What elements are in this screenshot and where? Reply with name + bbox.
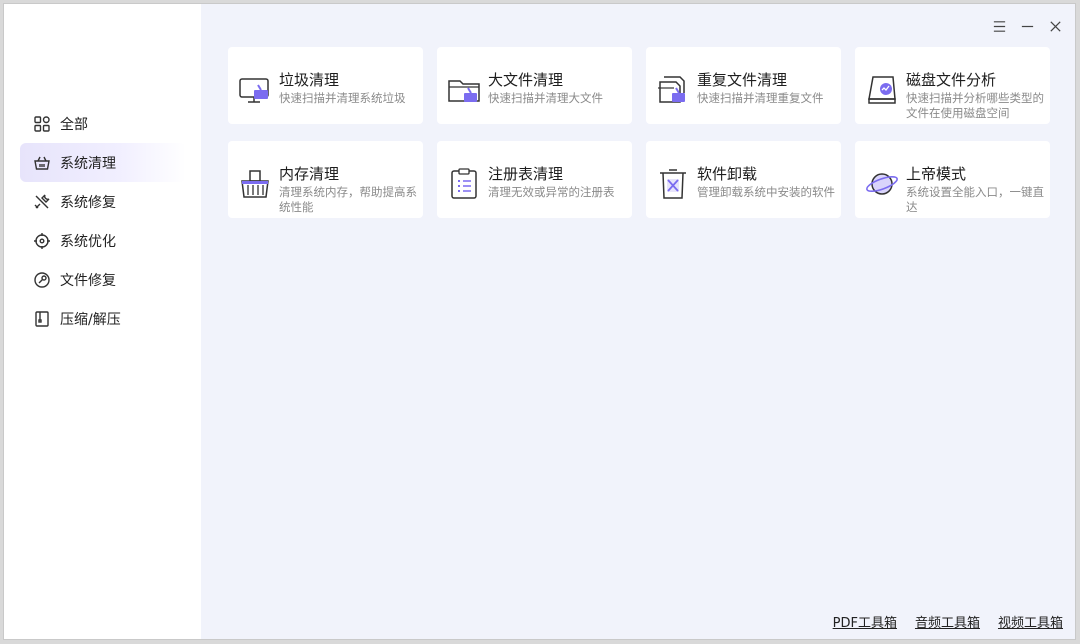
card-title: 磁盘文件分析 [906,71,997,89]
window-controls [989,16,1065,36]
pdf-toolbox-link[interactable]: PDF工具箱 [833,612,897,631]
basket-icon [32,153,52,173]
folder-broom-icon [447,73,481,107]
card-duplicate-clean[interactable]: 重复文件清理 快速扫描并清理重复文件 [646,47,841,124]
card-title: 注册表清理 [488,165,564,183]
duplicate-files-icon [656,73,690,107]
sidebar-item-label: 文件修复 [60,272,116,289]
planet-icon [865,167,899,201]
card-large-file-clean[interactable]: 大文件清理 快速扫描并清理大文件 [437,47,632,124]
sidebar-item-label: 系统优化 [60,233,116,250]
registry-clipboard-icon [447,167,481,201]
sidebar-item-system-optimize[interactable]: 系统优化 [20,221,186,260]
card-registry-clean[interactable]: 注册表清理 清理无效或异常的注册表 [437,141,632,218]
card-desc: 管理卸载系统中安装的软件 [697,185,835,199]
menu-icon [993,20,1005,32]
video-toolbox-link[interactable]: 视频工具箱 [998,612,1063,631]
card-junk-clean[interactable]: 垃圾清理 快速扫描并清理系统垃圾 [228,47,423,124]
sidebar-item-label: 全部 [60,116,88,133]
card-title: 大文件清理 [488,71,564,89]
sidebar-item-label: 压缩/解压 [60,311,121,328]
card-desc: 快速扫描并分析哪些类型的文件在使用磁盘空间 [906,91,1044,120]
minimize-button[interactable] [1017,16,1037,36]
sidebar-nav: 全部 系统清理 系统修复 系统优化 文件修复 压缩/解压 [20,104,186,338]
sidebar: 全部 系统清理 系统修复 系统优化 文件修复 压缩/解压 [4,4,201,639]
card-title: 软件卸载 [697,165,758,183]
card-desc: 清理系统内存，帮助提高系统性能 [279,185,417,214]
minimize-icon [1021,25,1033,27]
tools-icon [32,192,52,212]
sidebar-item-file-repair[interactable]: 文件修复 [20,260,186,299]
card-desc: 快速扫描并清理重复文件 [697,91,824,105]
card-desc: 快速扫描并清理大文件 [488,91,603,105]
app-window: 全部 系统清理 系统修复 系统优化 文件修复 压缩/解压 垃圾清理 快速扫描并清… [3,3,1076,640]
card-title: 内存清理 [279,165,340,183]
uninstall-trash-icon [656,167,690,201]
sidebar-item-label: 系统修复 [60,194,116,211]
sidebar-item-label: 系统清理 [60,155,116,172]
footer-links: PDF工具箱 音频工具箱 视频工具箱 [833,612,1063,631]
disk-analysis-icon [865,73,899,107]
wrench-circle-icon [32,270,52,290]
card-title: 重复文件清理 [697,71,788,89]
card-god-mode[interactable]: 上帝模式 系统设置全能入口，一键直达 [855,141,1050,218]
card-desc: 系统设置全能入口，一键直达 [906,185,1044,214]
tool-grid: 垃圾清理 快速扫描并清理系统垃圾 大文件清理 快速扫描并清理大文件 重复文件清理… [228,47,1050,218]
card-disk-analysis[interactable]: 磁盘文件分析 快速扫描并分析哪些类型的文件在使用磁盘空间 [855,47,1050,124]
card-desc: 清理无效或异常的注册表 [488,185,615,199]
card-title: 上帝模式 [906,165,967,183]
sidebar-item-compress[interactable]: 压缩/解压 [20,299,186,338]
close-icon [1049,20,1061,32]
card-memory-clean[interactable]: 内存清理 清理系统内存，帮助提高系统性能 [228,141,423,218]
sidebar-item-system-clean[interactable]: 系统清理 [20,143,186,182]
card-uninstall[interactable]: 软件卸载 管理卸载系统中安装的软件 [646,141,841,218]
grid-icon [32,114,52,134]
close-button[interactable] [1045,16,1065,36]
sidebar-item-all[interactable]: 全部 [20,104,186,143]
sidebar-item-system-repair[interactable]: 系统修复 [20,182,186,221]
monitor-broom-icon [238,73,272,107]
card-desc: 快速扫描并清理系统垃圾 [279,91,406,105]
archive-icon [32,309,52,329]
card-title: 垃圾清理 [279,71,340,89]
audio-toolbox-link[interactable]: 音频工具箱 [915,612,980,631]
memory-broom-icon [238,167,272,201]
menu-button[interactable] [989,16,1009,36]
target-icon [32,231,52,251]
